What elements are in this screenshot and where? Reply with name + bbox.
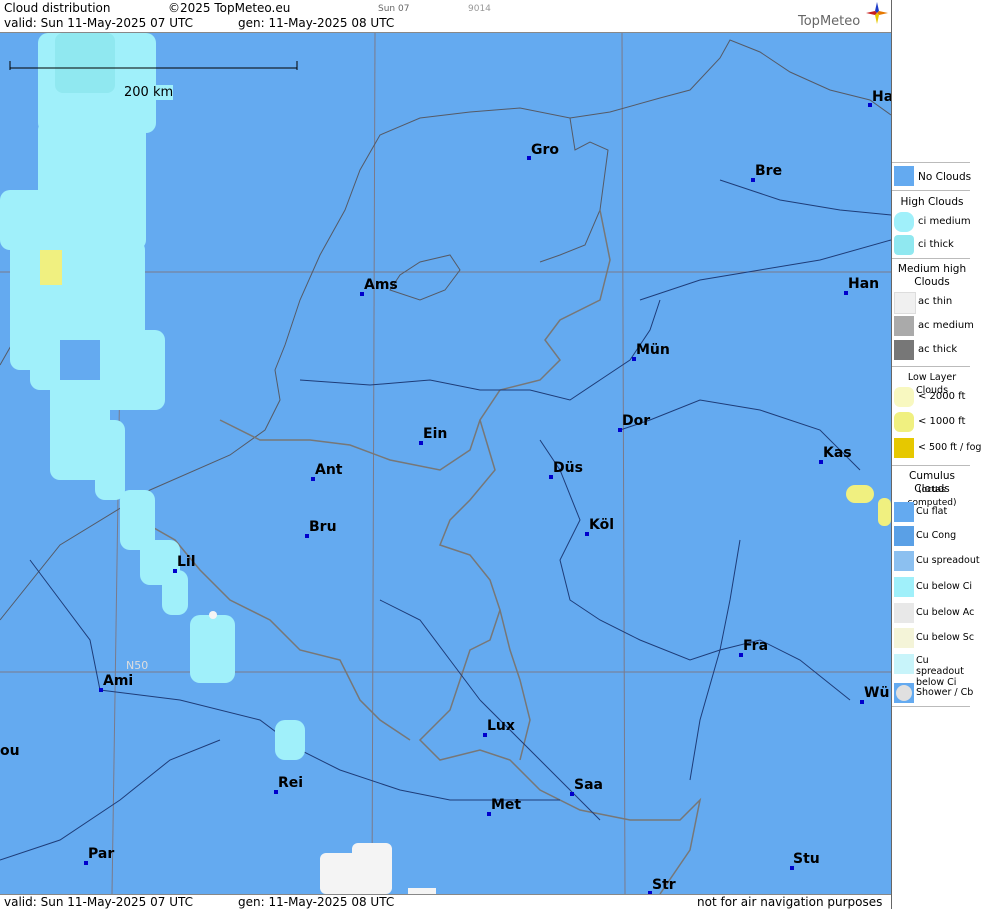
city-label[interactable]: Ha <box>872 89 891 105</box>
latitude-label: N50 <box>126 659 149 672</box>
city-label[interactable]: Lil <box>177 554 196 570</box>
shower-cb-swatch-icon <box>894 683 914 703</box>
city-label[interactable]: Mün <box>636 342 670 358</box>
city-label[interactable]: Par <box>88 846 114 862</box>
no-clouds-swatch-icon <box>894 166 914 186</box>
city-label[interactable]: Wü <box>864 685 889 701</box>
city-label[interactable]: Kas <box>823 445 852 461</box>
city-label[interactable]: Düs <box>553 460 583 476</box>
legend-medium-title: Medium high Clouds <box>897 263 967 288</box>
city-label[interactable]: Rei <box>278 775 303 791</box>
footer-valid-time: valid: Sun 11-May-2025 07 UTC <box>4 895 193 909</box>
ac-thin-swatch-icon <box>894 292 916 314</box>
valid-time: valid: Sun 11-May-2025 07 UTC <box>4 16 193 30</box>
ci-thick-clouds <box>55 33 115 93</box>
footer-generated-time: gen: 11-May-2025 08 UTC <box>238 895 395 909</box>
legend-high-title: High Clouds <box>900 196 964 208</box>
topmeteo-logo-text: TopMeteo <box>798 14 861 29</box>
city-label[interactable]: Met <box>491 797 521 813</box>
compass-logo-icon <box>866 2 888 24</box>
city-label[interactable]: Lux <box>487 718 515 734</box>
day-label: Sun 07 <box>378 4 410 14</box>
city-label[interactable]: Stu <box>793 851 820 867</box>
city-label[interactable]: Bre <box>755 163 782 179</box>
generated-time: gen: 11-May-2025 08 UTC <box>238 16 395 30</box>
city-label[interactable]: Köl <box>589 517 614 533</box>
city-label[interactable]: Ams <box>364 277 398 293</box>
city-label[interactable]: Han <box>848 276 879 292</box>
fog-swatch-icon <box>894 438 914 458</box>
city-label[interactable]: Saa <box>574 777 603 793</box>
map-footer: valid: Sun 11-May-2025 07 UTC gen: 11-Ma… <box>0 894 891 910</box>
ci-medium-swatch-icon <box>894 212 914 232</box>
city-label[interactable]: ou <box>0 743 20 759</box>
ac-medium-swatch-icon <box>894 316 914 336</box>
city-label[interactable]: Bru <box>309 519 337 535</box>
cu-spreadout-below-ci-swatch-icon <box>894 654 914 674</box>
city-label[interactable]: Str <box>652 877 676 893</box>
ci-thick-swatch-icon <box>894 235 914 255</box>
disclaimer: not for air navigation purposes <box>697 895 883 909</box>
cu-below-sc-swatch-icon <box>894 628 914 648</box>
low-1000-swatch-icon <box>894 412 914 432</box>
city-label[interactable]: Ein <box>423 426 447 442</box>
map-title: Cloud distribution <box>4 1 111 15</box>
scale-bar-label: 200 km <box>124 85 174 100</box>
city-label[interactable]: Fra <box>743 638 768 654</box>
legend-panel: No Clouds High Clouds ci medium ci thick… <box>891 0 983 909</box>
ac-thick-swatch-icon <box>894 340 914 360</box>
cu-flat-swatch-icon <box>894 502 914 522</box>
cu-below-ac-swatch-icon <box>894 603 914 623</box>
cloud-map[interactable]: 200 km N50 Gro Bre Ha Ams Han Mün Dor Ei… <box>0 33 891 894</box>
city-label[interactable]: Dor <box>622 413 650 429</box>
city-label[interactable]: Gro <box>531 142 559 158</box>
map-code: 9014 <box>468 4 491 14</box>
low-2000-swatch-icon <box>894 387 914 407</box>
city-label[interactable]: Ami <box>103 673 133 689</box>
cu-cong-swatch-icon <box>894 526 914 546</box>
copyright: ©2025 TopMeteo.eu <box>168 1 291 15</box>
cu-below-ci-swatch-icon <box>894 577 914 597</box>
city-label[interactable]: Ant <box>315 462 343 478</box>
map-header: Cloud distribution ©2025 TopMeteo.eu Sun… <box>0 0 891 33</box>
cu-spreadout-swatch-icon <box>894 551 914 571</box>
